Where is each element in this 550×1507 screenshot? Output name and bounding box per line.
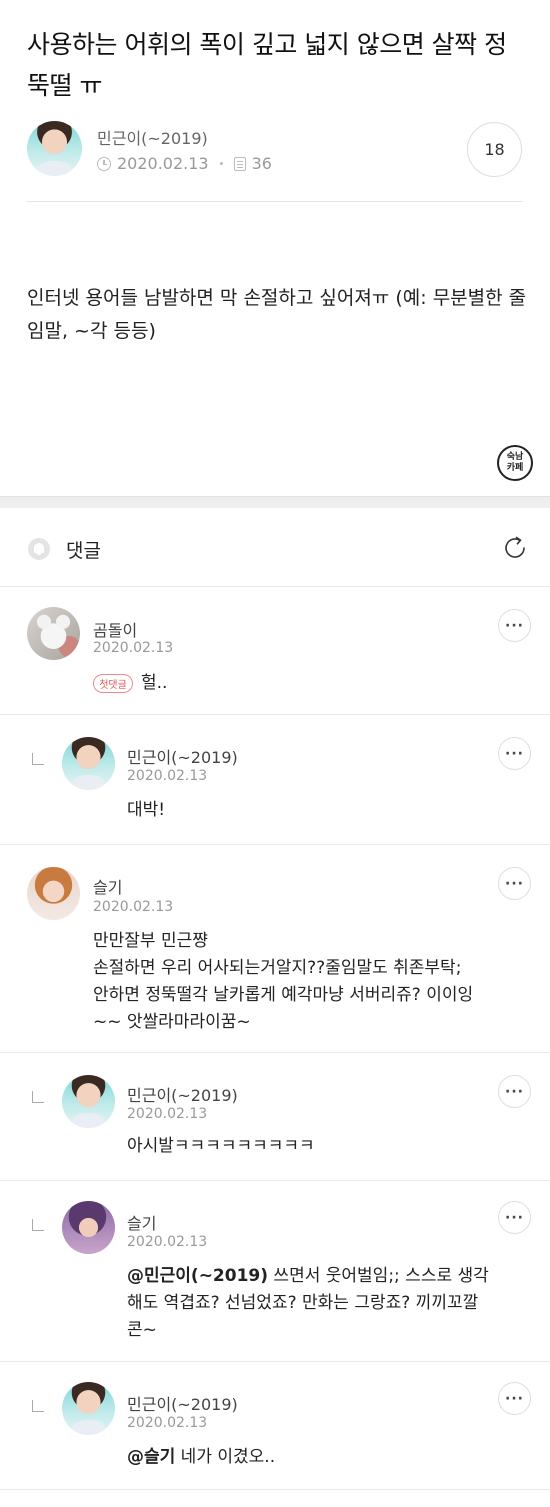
first-comment-badge: 첫댓글 xyxy=(93,674,133,693)
more-options-button[interactable]: ··· xyxy=(498,1075,531,1108)
commenter-avatar[interactable] xyxy=(62,1382,115,1435)
comments-header: 댓글 xyxy=(0,509,550,587)
post-meta: 2020.02.13 36 xyxy=(97,154,272,173)
comment-line: 해도 역겹죠? 선넘었죠? 만화는 그랑죠? 끼끼꼬깔 xyxy=(127,1293,479,1313)
comment-line-text: 쓰면서 웃어벌임;; 스스로 생각 xyxy=(268,1266,489,1286)
more-options-button[interactable]: ··· xyxy=(498,609,531,642)
more-options-button[interactable]: ··· xyxy=(498,867,531,900)
comment-line: 만만잘부 민근쨩 xyxy=(93,931,208,951)
comment-text: 헐.. xyxy=(141,673,168,693)
comment-line: 안하면 정뚝떨각 날카롭게 예각마냥 서버리쥬? 이이잉 xyxy=(93,985,474,1005)
refresh-icon[interactable] xyxy=(502,535,528,561)
author-avatar[interactable] xyxy=(27,121,82,176)
commenter-avatar[interactable] xyxy=(27,607,80,660)
comment-item: 슬기 2020.02.13 만만잘부 민근쨩 손절하면 우리 어사되는거알지??… xyxy=(0,845,550,1053)
view-count: 36 xyxy=(251,154,272,173)
comment-line: @민근이(~2019) 쓰면서 웃어벌임;; 스스로 생각 xyxy=(127,1263,532,1290)
commenter-avatar[interactable] xyxy=(62,737,115,790)
comment-text: @민근이(~2019) 쓰면서 웃어벌임;; 스스로 생각 해도 역겹죠? 선넘… xyxy=(127,1263,532,1344)
comment-count-button[interactable]: 18 xyxy=(467,122,522,177)
commenter-name[interactable]: 민근이(~2019) xyxy=(127,744,238,768)
more-options-button[interactable]: ··· xyxy=(498,737,531,770)
post-title: 사용하는 어휘의 폭이 깊고 넓지 않으면 살짝 정뚝떨 ㅠ xyxy=(27,30,507,100)
reply-indicator-icon xyxy=(32,1091,44,1103)
reply-indicator-icon xyxy=(32,753,44,765)
reply-indicator-icon xyxy=(32,1400,44,1412)
reply-indicator-icon xyxy=(32,1219,44,1231)
comment-date: 2020.02.13 xyxy=(127,1415,208,1431)
commenter-name[interactable]: 슬기 xyxy=(127,1210,156,1234)
section-separator xyxy=(0,496,550,508)
comment-line: 손절하면 우리 어사되는거알지??줄임말도 취존부탁; xyxy=(93,958,462,978)
cafe-badge-icon[interactable]: 숙남 카페 xyxy=(497,445,533,481)
comment-date: 2020.02.13 xyxy=(93,899,174,915)
author-name[interactable]: 민근이(~2019) xyxy=(97,125,208,149)
commenter-name[interactable]: 민근이(~2019) xyxy=(127,1082,238,1106)
comment-item: 곰돌이 2020.02.13 첫댓글 헐.. ··· xyxy=(0,587,550,715)
comment-text: 대박! xyxy=(127,800,166,820)
comment-text: 만만잘부 민근쨩 손절하면 우리 어사되는거알지??줄임말도 취존부탁; 안하면… xyxy=(93,928,533,1036)
mention-link[interactable]: @슬기 xyxy=(127,1447,175,1467)
bell-icon[interactable] xyxy=(28,538,50,560)
commenter-avatar[interactable] xyxy=(62,1201,115,1254)
more-options-button[interactable]: ··· xyxy=(498,1201,531,1234)
comment-item: 슬기 2020.02.13 @민근이(~2019) 쓰면서 웃어벌임;; 스스로… xyxy=(0,1181,550,1362)
cafe-badge-line1: 숙남 xyxy=(506,452,524,462)
more-options-button[interactable]: ··· xyxy=(498,1382,531,1415)
document-icon xyxy=(233,156,246,171)
comment-item: 민근이(~2019) 2020.02.13 아시발ㅋㅋㅋㅋㅋㅋㅋㅋㅋ ··· xyxy=(0,1053,550,1181)
commenter-avatar[interactable] xyxy=(62,1075,115,1128)
comment-line: 콘~ xyxy=(127,1320,157,1340)
commenter-name[interactable]: 곰돌이 xyxy=(93,617,137,641)
cafe-badge-line2: 카페 xyxy=(506,463,524,473)
commenter-name[interactable]: 슬기 xyxy=(93,874,122,898)
comments-title: 댓글 xyxy=(66,540,101,562)
comment-line-text: 네가 이겼오.. xyxy=(175,1447,276,1467)
comment-text: 아시발ㅋㅋㅋㅋㅋㅋㅋㅋㅋ xyxy=(127,1136,315,1156)
comment-date: 2020.02.13 xyxy=(127,768,208,784)
header-divider xyxy=(27,201,523,202)
comment-item: 민근이(~2019) 2020.02.13 @슬기 네가 이겼오.. ··· xyxy=(0,1362,550,1490)
clock-icon xyxy=(97,156,111,171)
post-body: 인터넷 용어들 남발하면 막 손절하고 싶어져ㅠ (예: 무분별한 줄임말, ~… xyxy=(27,287,527,342)
comment-date: 2020.02.13 xyxy=(93,640,174,656)
commenter-avatar[interactable] xyxy=(27,867,80,920)
comment-date: 2020.02.13 xyxy=(127,1234,208,1250)
comment-date: 2020.02.13 xyxy=(127,1106,208,1122)
mention-link[interactable]: @민근이(~2019) xyxy=(127,1266,268,1286)
comment-text: @슬기 네가 이겼오.. xyxy=(127,1444,527,1471)
comment-line: ~~ 앗쌀라마라이꿈~ xyxy=(93,1012,251,1032)
post-date: 2020.02.13 xyxy=(117,154,209,173)
separator-dot xyxy=(219,162,223,165)
comment-item: 민근이(~2019) 2020.02.13 대박! ··· xyxy=(0,715,550,845)
commenter-name[interactable]: 민근이(~2019) xyxy=(127,1391,238,1415)
